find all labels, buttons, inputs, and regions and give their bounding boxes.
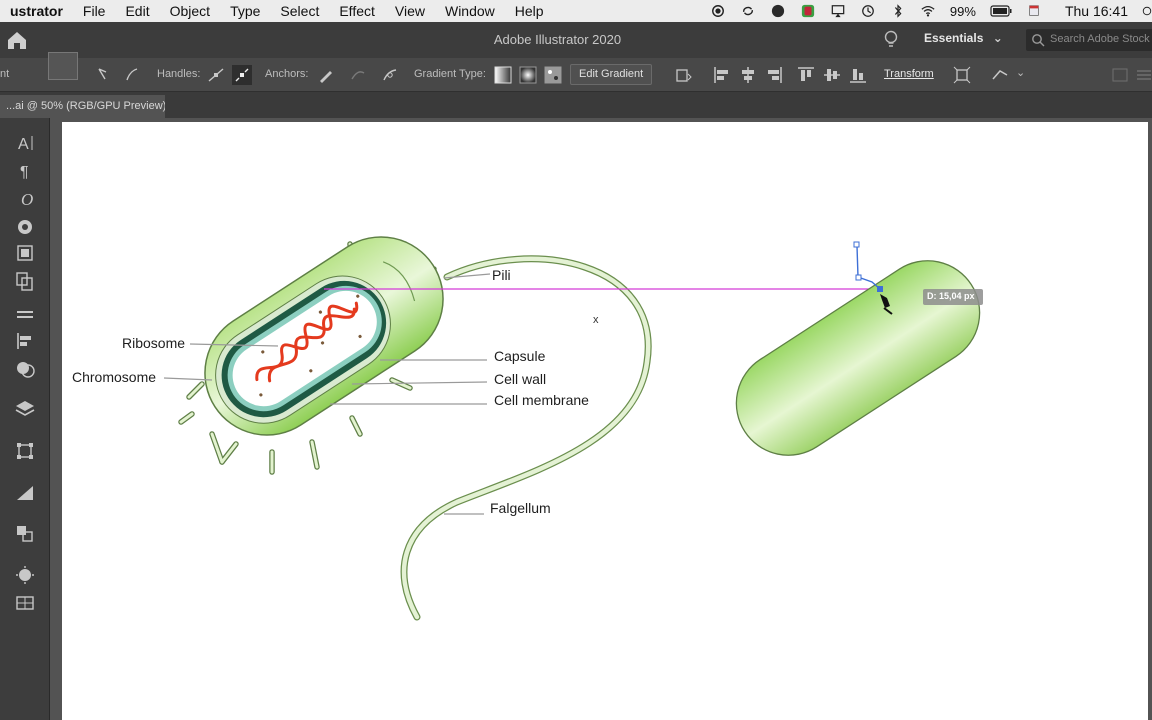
transform-each-icon[interactable] xyxy=(952,65,972,85)
libraries-icon[interactable] xyxy=(13,242,37,264)
bacterium-cutaway[interactable] xyxy=(181,213,467,459)
gradient-panel-icon[interactable] xyxy=(13,482,37,504)
swatches-icon[interactable] xyxy=(13,522,37,544)
search-icon xyxy=(1032,34,1045,47)
sync-icon[interactable] xyxy=(740,4,756,18)
align-middle-icon[interactable] xyxy=(822,65,842,85)
hide-handles-icon[interactable] xyxy=(232,65,252,85)
label-pili: Pili xyxy=(492,267,511,283)
handles-label: Handles: xyxy=(157,68,201,80)
chevron-down-icon[interactable]: ⌄ xyxy=(1016,66,1025,79)
illustrator-window: ustrator File Edit Object Type Select Ef… xyxy=(0,0,1152,720)
menu-edit[interactable]: Edit xyxy=(115,3,159,19)
edit-gradient-button[interactable]: Edit Gradient xyxy=(570,64,653,85)
gradient-type-label: Gradient Type: xyxy=(414,68,486,80)
panel-options-icon[interactable] xyxy=(1110,65,1130,85)
artwork-canvas[interactable]: x xyxy=(62,122,1148,720)
lightbulb-icon[interactable] xyxy=(884,30,898,50)
graphic-styles-icon[interactable] xyxy=(13,592,37,614)
remove-anchor-icon[interactable] xyxy=(316,65,336,85)
label-capsule: Capsule xyxy=(494,348,546,364)
transform-panel-icon[interactable] xyxy=(13,440,37,462)
align-left-icon[interactable] xyxy=(712,65,732,85)
control-bar: nt Handles: Anchors: Gradient Type: Edit… xyxy=(0,58,1152,92)
tools-panel: A ¶ O xyxy=(0,118,50,720)
label-cell-membrane: Cell membrane xyxy=(494,392,589,408)
flag-icon[interactable] xyxy=(1026,4,1042,18)
fill-swatch[interactable] xyxy=(48,52,78,80)
anchors-label: Anchors: xyxy=(265,68,309,80)
anchor-smooth-icon[interactable] xyxy=(122,65,142,85)
opentype-tool-icon[interactable]: O xyxy=(13,188,37,210)
red-app-icon[interactable] xyxy=(800,4,816,18)
color-guide-icon[interactable] xyxy=(13,216,37,238)
svg-text:¶: ¶ xyxy=(20,164,29,181)
stroke-panel-icon[interactable] xyxy=(13,304,37,326)
menu-type[interactable]: Type xyxy=(220,3,270,19)
battery-percent[interactable]: 99% xyxy=(950,4,976,19)
convert-anchor-icon[interactable] xyxy=(94,65,114,85)
mac-menu-bar: ustrator File Edit Object Type Select Ef… xyxy=(0,0,1152,22)
freeform-gradient-icon[interactable] xyxy=(543,65,563,85)
label-chromosome: Chromosome xyxy=(72,369,157,385)
workspace-label: Essentials xyxy=(924,31,984,45)
wifi-icon[interactable] xyxy=(920,4,936,18)
align-panel-icon[interactable] xyxy=(13,330,37,352)
linear-gradient-icon[interactable] xyxy=(493,65,513,85)
panel-menu-icon[interactable] xyxy=(1134,65,1152,85)
svg-text:O: O xyxy=(21,190,33,209)
app-title-bar: Adobe Illustrator 2020 Essentials ⌄ Sear… xyxy=(0,22,1152,58)
user-icon[interactable] xyxy=(1142,4,1152,18)
record-icon[interactable] xyxy=(710,4,726,18)
pathfinder-icon[interactable] xyxy=(13,358,37,380)
show-handles-icon[interactable] xyxy=(206,65,226,85)
app-menu[interactable]: ustrator xyxy=(0,3,73,19)
search-placeholder: Search Adobe Stock xyxy=(1050,33,1150,45)
label-cell-wall: Cell wall xyxy=(494,371,547,387)
align-top-icon[interactable] xyxy=(796,65,816,85)
cut-path-icon[interactable] xyxy=(380,65,400,85)
menu-object[interactable]: Object xyxy=(160,3,220,19)
time-machine-icon[interactable] xyxy=(860,4,876,18)
stock-search-input[interactable]: Search Adobe Stock xyxy=(1026,29,1152,51)
menu-extras: 99% Thu 16:41 xyxy=(703,0,1152,22)
artboard[interactable]: x Pili Ribosome Chromosome Capsule Cell … xyxy=(62,122,1148,720)
chevron-down-icon: ⌄ xyxy=(992,31,1003,45)
menu-effect[interactable]: Effect xyxy=(329,3,385,19)
battery-icon[interactable] xyxy=(990,4,1012,18)
paragraph-tool-icon[interactable]: ¶ xyxy=(13,160,37,182)
menu-view[interactable]: View xyxy=(385,3,435,19)
menu-select[interactable]: Select xyxy=(270,3,329,19)
artboards-icon[interactable] xyxy=(13,270,37,292)
align-center-icon[interactable] xyxy=(738,65,758,85)
transform-link[interactable]: Transform xyxy=(884,68,934,80)
appearance-icon[interactable] xyxy=(13,564,37,586)
bluetooth-icon[interactable] xyxy=(890,4,906,18)
clock[interactable]: Thu 16:41 xyxy=(1065,3,1128,19)
character-tool-icon[interactable]: A xyxy=(13,132,37,154)
select-similar-icon[interactable] xyxy=(674,65,694,85)
align-bottom-icon[interactable] xyxy=(848,65,868,85)
document-tab-bar: ...ai @ 50% (RGB/GPU Preview) xyxy=(0,92,1152,118)
center-point-marker: x xyxy=(593,314,599,326)
document-tab-title: ...ai @ 50% (RGB/GPU Preview) xyxy=(6,100,165,112)
puppet-warp-icon[interactable] xyxy=(990,65,1010,85)
layers-icon[interactable] xyxy=(13,398,37,420)
label-ribosome: Ribosome xyxy=(122,335,186,351)
workspace-switcher[interactable]: Essentials ⌄ xyxy=(916,28,1011,50)
airplay-icon[interactable] xyxy=(830,4,846,18)
radial-gradient-icon[interactable] xyxy=(518,65,538,85)
label-flagellum: Falgellum xyxy=(490,500,551,516)
control-bar-edge: nt xyxy=(0,68,10,80)
creative-cloud-icon[interactable] xyxy=(770,4,786,18)
align-right-icon[interactable] xyxy=(764,65,784,85)
connect-anchor-icon[interactable] xyxy=(348,65,368,85)
distance-tooltip-text: D: 15,04 px xyxy=(927,291,975,301)
menu-window[interactable]: Window xyxy=(435,3,505,19)
svg-text:A: A xyxy=(18,136,29,153)
menu-file[interactable]: File xyxy=(73,3,116,19)
menu-help[interactable]: Help xyxy=(505,3,554,19)
document-tab[interactable]: ...ai @ 50% (RGB/GPU Preview) xyxy=(0,95,165,118)
